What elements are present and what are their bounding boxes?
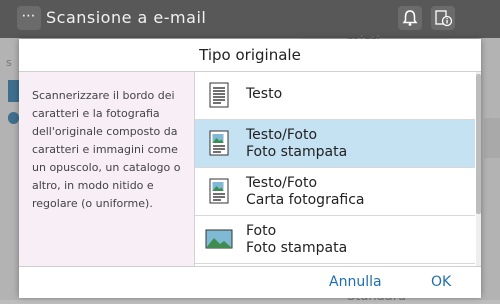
option-label-line1: Testo/Foto <box>246 175 318 191</box>
dialog-title: Tipo originale <box>19 39 481 72</box>
cancel-button[interactable]: Annulla <box>329 274 382 290</box>
app-title: Scansione a e-mail <box>46 8 207 27</box>
option-testo-foto-carta[interactable]: Testo/Foto Carta fotografica <box>195 168 475 216</box>
option-label-line2: Carta fotografica <box>246 192 365 208</box>
description-panel: Scannerizzare il bordo dei caratteri e l… <box>19 72 195 266</box>
photo-icon <box>205 229 233 257</box>
option-label-line1: Foto <box>246 223 277 239</box>
option-foto-stampata[interactable]: Foto Foto stampata <box>195 216 475 264</box>
ok-button[interactable]: OK <box>431 274 451 290</box>
text-document-icon <box>207 81 231 109</box>
background-card-right <box>484 118 500 158</box>
text-photo-document-icon <box>207 177 231 205</box>
option-scrollbar[interactable] <box>476 72 481 266</box>
background-text-s: s <box>6 56 12 69</box>
scrollbar-thumb[interactable] <box>476 74 481 214</box>
original-type-dialog: Tipo originale Scannerizzare il bordo de… <box>19 39 481 298</box>
help-info-icon[interactable] <box>431 6 455 30</box>
option-label-line2: Foto stampata <box>246 144 348 160</box>
bell-icon[interactable] <box>398 6 422 30</box>
background-blue-dot <box>8 112 19 124</box>
option-label: Testo <box>246 86 283 102</box>
option-testo[interactable]: Testo <box>195 72 475 120</box>
option-list: Testo Testo/Foto Foto stampata Testo/Fot… <box>195 72 475 266</box>
option-label-line2: Foto stampata <box>246 240 348 256</box>
text-photo-document-icon <box>207 129 231 157</box>
description-text: Scannerizzare il bordo dei caratteri e l… <box>32 89 181 210</box>
menu-button[interactable]: ⋯ <box>17 6 41 30</box>
top-bar: ⋯ Scansione a e-mail <box>0 0 500 38</box>
option-label-line1: Testo/Foto <box>246 127 318 143</box>
dialog-footer: Annulla OK <box>19 266 481 298</box>
background-blue-block <box>8 80 19 102</box>
option-testo-foto-stampata[interactable]: Testo/Foto Foto stampata <box>195 120 475 168</box>
